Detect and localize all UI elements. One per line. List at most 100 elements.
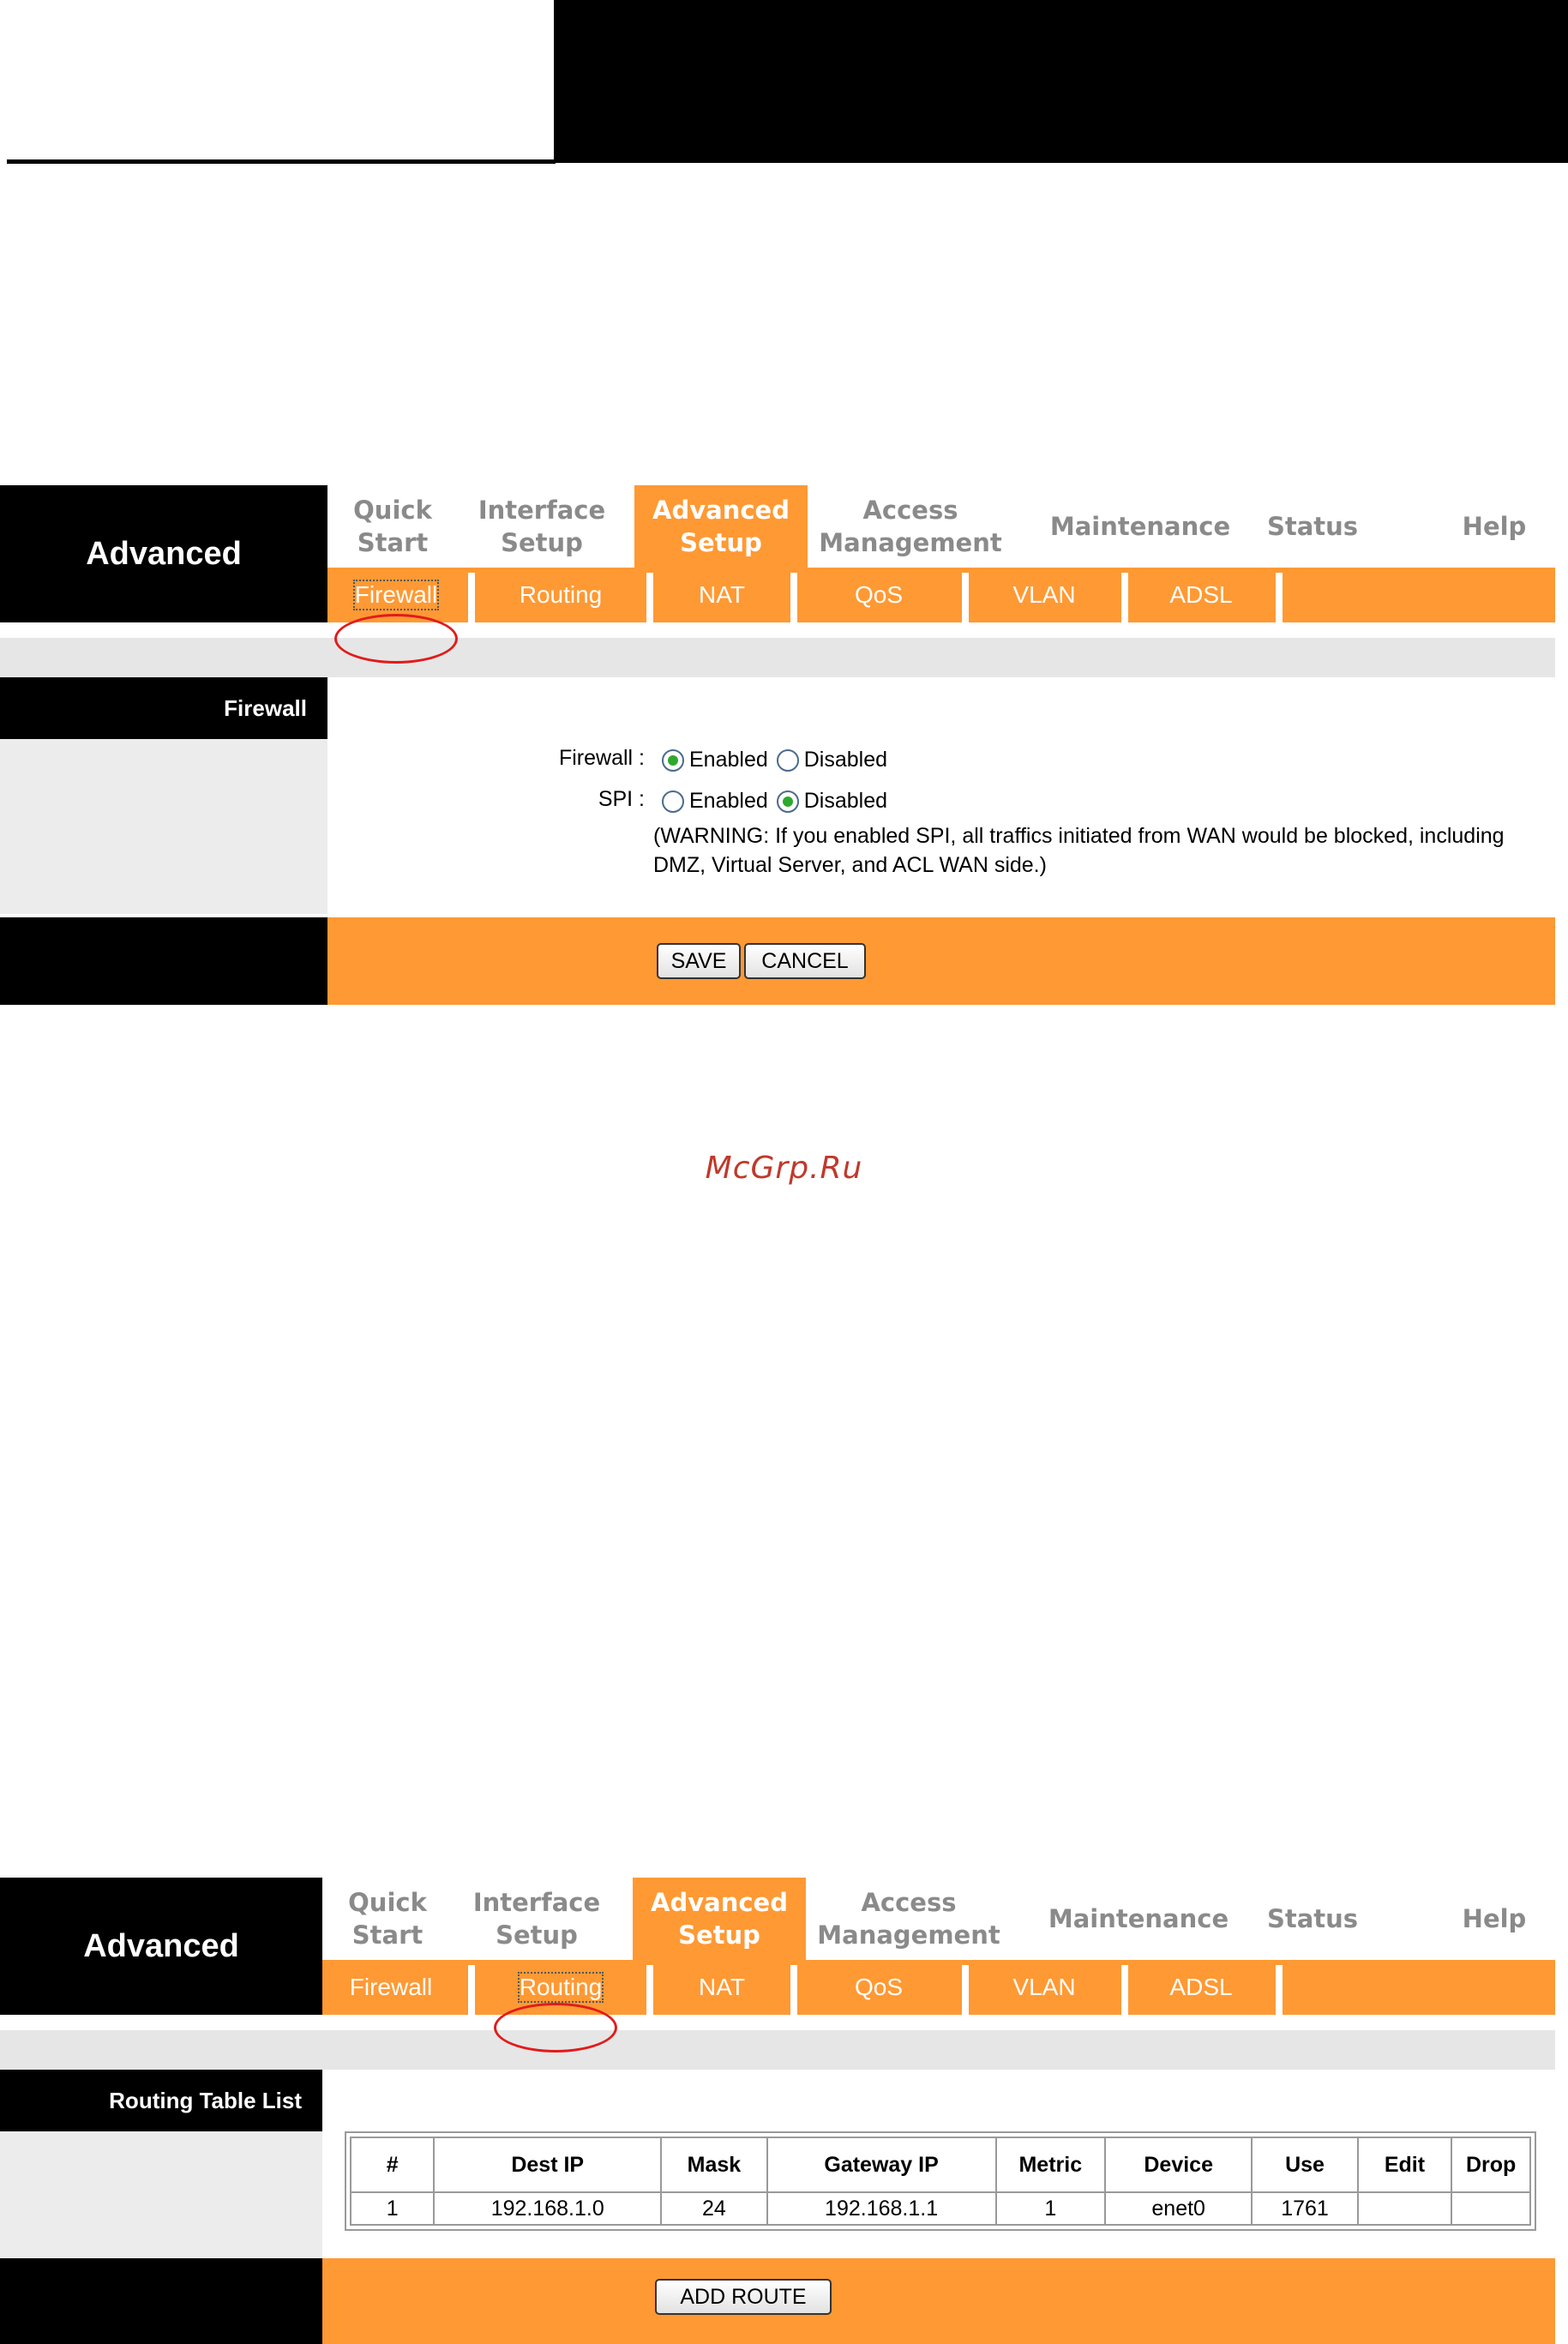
- firewall-label: Firewall :: [558, 746, 645, 770]
- tab-help[interactable]: Help: [1447, 1878, 1541, 1960]
- subtab-firewall[interactable]: Firewall: [322, 1960, 460, 2015]
- tab-label-line1: Status: [1266, 512, 1359, 541]
- tab-help[interactable]: Help: [1447, 485, 1541, 568]
- tab-status[interactable]: Status: [1257, 485, 1368, 568]
- firewall-disabled-radio[interactable]: [776, 748, 799, 772]
- sub-nav: Firewall Routing NAT QoS VLAN ADSL: [327, 568, 1555, 622]
- action-bar: SAVE CANCEL: [0, 917, 1555, 1005]
- left-column: [0, 2131, 322, 2258]
- subtab-qos[interactable]: QoS: [797, 1960, 960, 2015]
- subtab-vlan[interactable]: VLAN: [969, 1960, 1120, 2015]
- tab-advanced-setup[interactable]: Advanced Setup: [634, 485, 808, 568]
- column-header: Drop: [1451, 2137, 1531, 2193]
- spi-enabled-radio[interactable]: [662, 790, 684, 813]
- tab-access-management[interactable]: Access Management: [814, 1878, 1003, 1960]
- table-cell[interactable]: [1451, 2191, 1531, 2226]
- subtab-adsl[interactable]: ADSL: [1128, 568, 1274, 622]
- warning-line: (WARNING: If you enabled SPI, all traffi…: [653, 824, 1505, 848]
- tab-label-line1: Quick: [348, 1888, 427, 1917]
- subtab-routing[interactable]: Routing: [475, 568, 646, 622]
- tab-label-line1: Quick: [353, 496, 432, 525]
- subnav-divider: [962, 573, 969, 622]
- tab-label-line1: Access: [861, 1888, 957, 1917]
- column-header: Edit: [1356, 2137, 1453, 2193]
- routing-panel: Advanced Quick Start Interface Setup Adv…: [0, 1878, 1555, 2344]
- table-cell: 1: [994, 2191, 1107, 2226]
- tab-access-management[interactable]: Access Management: [816, 485, 1005, 568]
- tab-label-line1: Advanced: [652, 496, 790, 525]
- save-button[interactable]: SAVE: [657, 943, 741, 979]
- subtab-qos[interactable]: QoS: [797, 568, 960, 622]
- subnav-divider: [1276, 1965, 1283, 2015]
- tab-label-line1: Access: [862, 496, 958, 525]
- annotation-circle: [334, 614, 458, 664]
- tab-interface-setup[interactable]: Interface Setup: [453, 1878, 621, 1960]
- tab-label-line2: Setup: [496, 1920, 578, 1950]
- spi-disabled-radio[interactable]: [776, 790, 799, 813]
- brand-title: Advanced: [0, 485, 327, 622]
- routing-table: # Dest IP Mask Gateway IP Metric Device …: [345, 2131, 1536, 2231]
- table-cell: enet0: [1104, 2191, 1253, 2226]
- tab-label-line1: Maintenance: [1048, 1904, 1229, 1933]
- table-cell: 192.168.1.1: [766, 2191, 997, 2226]
- radio-label: Enabled: [689, 789, 768, 813]
- spi-radio-group: Enabled Disabled: [662, 789, 896, 814]
- subtab-adsl[interactable]: ADSL: [1128, 1960, 1274, 2015]
- column-header: Metric: [994, 2137, 1107, 2193]
- subtab-label: VLAN: [1012, 1974, 1076, 2000]
- tab-label-line2: Management: [819, 528, 1002, 557]
- tab-label-line2: Start: [351, 1920, 424, 1950]
- section-title: Firewall: [0, 677, 327, 739]
- spacer-bar: [0, 638, 1555, 677]
- add-route-button[interactable]: ADD ROUTE: [655, 2279, 832, 2315]
- subtab-label: QoS: [854, 581, 904, 608]
- subnav-divider: [790, 573, 797, 622]
- subnav-divider: [646, 1965, 653, 2015]
- tab-label-line1: Help: [1462, 512, 1527, 541]
- warning-line: DMZ, Virtual Server, and ACL WAN side.): [653, 853, 1047, 877]
- subtab-vlan[interactable]: VLAN: [969, 568, 1120, 622]
- watermark: McGrp.Ru: [705, 1151, 863, 1186]
- action-bar-left: [0, 2258, 322, 2344]
- subtab-label: Firewall: [349, 1974, 433, 2000]
- tab-status[interactable]: Status: [1257, 1878, 1368, 1960]
- subtab-label: ADSL: [1169, 581, 1233, 608]
- subnav-divider: [1121, 1965, 1128, 2015]
- tab-label-line2: Management: [817, 1920, 1000, 1950]
- page-header-bar: [554, 0, 1568, 163]
- section-title: Routing Table List: [0, 2070, 322, 2131]
- firewall-enabled-radio[interactable]: [662, 748, 684, 772]
- tab-maintenance[interactable]: Maintenance: [1044, 1878, 1233, 1960]
- annotation-circle: [494, 2003, 617, 2053]
- cancel-button[interactable]: CANCEL: [744, 943, 866, 979]
- subtab-nat[interactable]: NAT: [653, 1960, 790, 2015]
- subtab-label: Firewall: [352, 580, 440, 610]
- tab-quick-start[interactable]: Quick Start: [327, 485, 458, 568]
- tab-label-line2: Setup: [678, 1920, 760, 1950]
- tab-label-line2: Setup: [501, 528, 583, 557]
- table-cell[interactable]: [1356, 2191, 1453, 2226]
- main-nav: Quick Start Interface Setup Advanced Set…: [322, 1878, 1555, 1960]
- column-header: Dest IP: [433, 2137, 663, 2193]
- column-header: #: [349, 2137, 436, 2193]
- tab-label-line1: Interface: [478, 496, 606, 525]
- column-header: Use: [1251, 2137, 1359, 2193]
- subtab-label: VLAN: [1012, 581, 1076, 608]
- subnav-divider: [646, 573, 653, 622]
- firewall-radio-group: Enabled Disabled: [662, 748, 896, 772]
- subnav-divider: [962, 1965, 969, 2015]
- subtab-label: QoS: [854, 1974, 904, 2000]
- tab-label-line1: Interface: [472, 1888, 601, 1917]
- header-rule: [7, 159, 556, 164]
- tab-quick-start[interactable]: Quick Start: [322, 1878, 453, 1960]
- column-header: Gateway IP: [766, 2137, 997, 2193]
- tab-label-line2: Setup: [680, 528, 762, 557]
- subtab-label: NAT: [699, 1974, 745, 2000]
- action-bar-left: [0, 917, 327, 1005]
- tab-label-line2: Start: [357, 528, 429, 557]
- tab-maintenance[interactable]: Maintenance: [1046, 485, 1235, 568]
- subtab-nat[interactable]: NAT: [653, 568, 790, 622]
- tab-interface-setup[interactable]: Interface Setup: [458, 485, 626, 568]
- tab-advanced-setup[interactable]: Advanced Setup: [633, 1878, 806, 1960]
- subtab-label: ADSL: [1169, 1974, 1233, 2000]
